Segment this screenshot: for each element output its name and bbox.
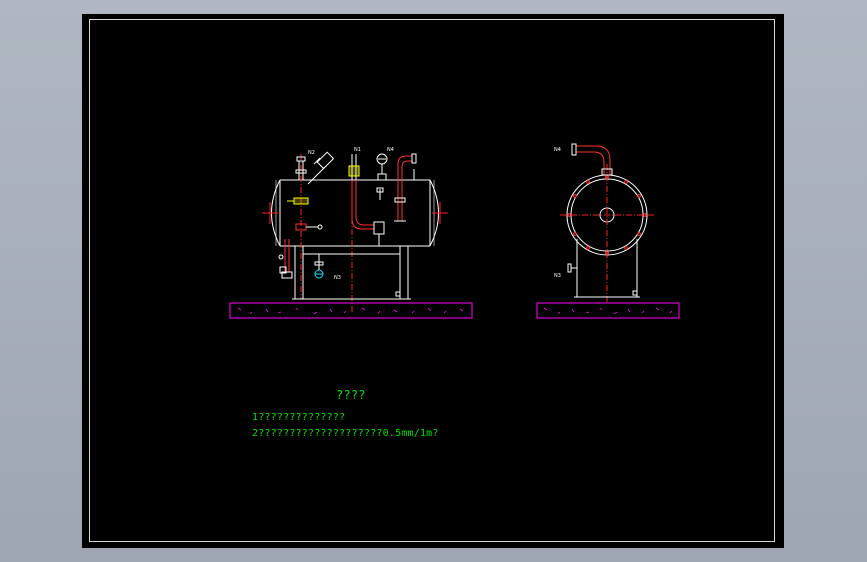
tag-front-n1: N1 (354, 147, 361, 153)
side-view (536, 143, 680, 319)
tag-side-n4: N4 (554, 147, 561, 153)
safety-valve (307, 151, 335, 185)
notes-title: ???? (336, 388, 366, 402)
note-line-1: 1?????????????? (252, 412, 346, 423)
tag-front-n2: N2 (308, 150, 315, 156)
nozzle-n2 (287, 156, 323, 231)
head-centerlines (262, 202, 448, 224)
foundation-front (229, 302, 473, 319)
drawing-canvas: N2 N1 N4 N3 N4 N3 (229, 143, 680, 319)
front-view (229, 151, 473, 319)
tag-front-n4: N4 (387, 147, 394, 153)
note-line-2: 2????????????????????0.5mm/1m? (252, 428, 439, 439)
saddle-supports (292, 246, 411, 300)
drawing-sheet: N2 N1 N4 N3 N4 N3 ???? 1?????????????? 2… (82, 14, 784, 548)
cad-viewport: N2 N1 N4 N3 N4 N3 ???? 1?????????????? 2… (0, 0, 867, 562)
nozzle-n4 (394, 153, 417, 222)
vessel-shell (271, 179, 439, 247)
pressure-gauge (376, 153, 388, 200)
tag-side-n3: N3 (554, 273, 561, 279)
foundation-side (536, 302, 680, 319)
side-nozzle-n4 (571, 143, 613, 176)
tag-front-n3: N3 (334, 275, 341, 281)
nozzle-n1 (348, 154, 385, 246)
